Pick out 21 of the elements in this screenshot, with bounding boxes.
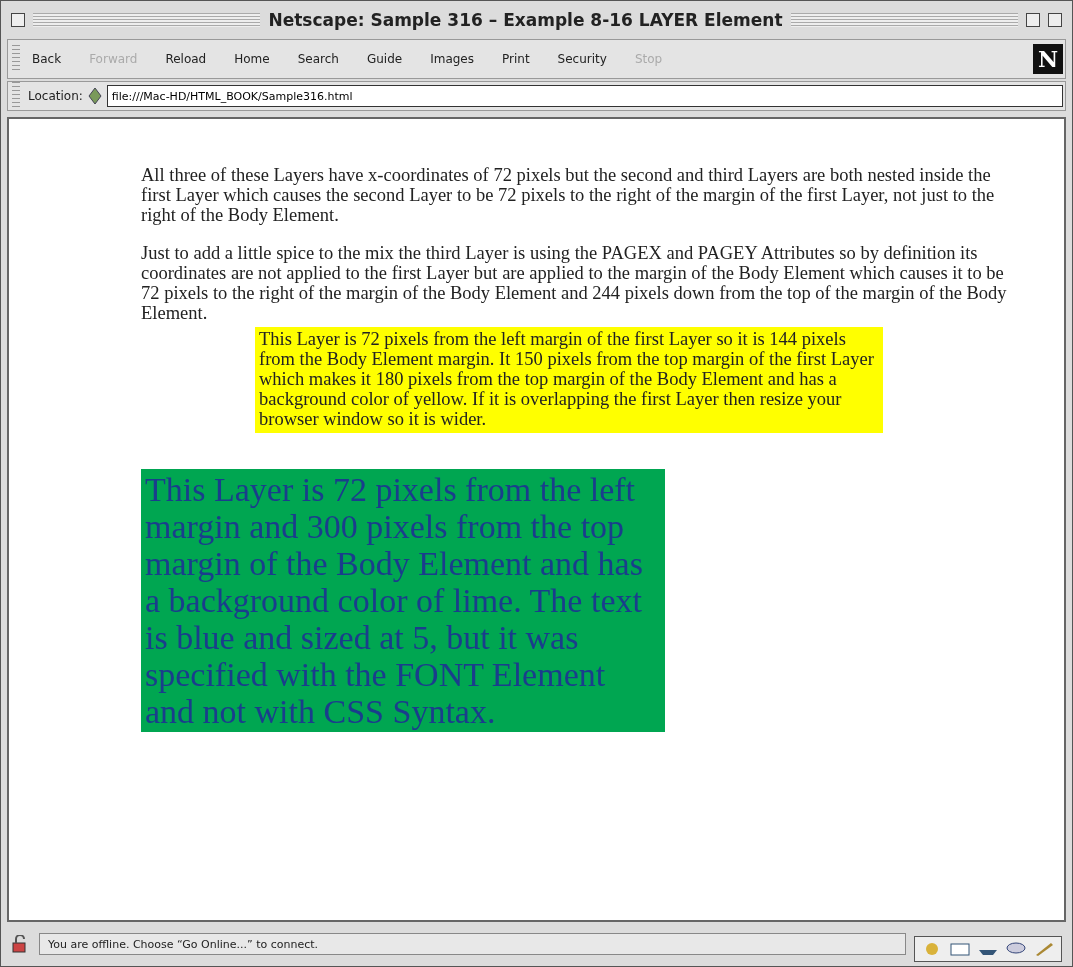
location-field[interactable]: file:///Mac-HD/HTML_BOOK/Sample316.html xyxy=(106,85,1063,107)
toolbar-button[interactable]: Home xyxy=(226,48,278,70)
toolbar-button[interactable]: Reload xyxy=(157,48,215,70)
toolbar-button[interactable]: Back xyxy=(24,48,70,70)
toolbar-button[interactable]: Guide xyxy=(358,48,411,70)
page-proxy-icon[interactable] xyxy=(86,87,103,105)
layer-text: This Layer is 72 pixels from the left margin of the first Layer so it is 144 pixels from the Body Element margin. It 150 pixels from the top margin of the first Layer which makes it 180 pixels from the top margin of the Body Element and has a background color of yellow. If it is overlapping the first Layer then resize your browser window so it is wider. xyxy=(255,327,883,433)
toolbar-button[interactable]: Search xyxy=(289,48,347,70)
zoom-box[interactable] xyxy=(1026,13,1040,27)
layer-text: This Layer is 72 pixels from the left margin and 300 pixels from the top margin of the Body Element and has a background color of lime. The text is blue and sized at 5, but it was specified with the FONT Element and not with CSS Syntax. xyxy=(141,469,665,732)
toolbar-button[interactable]: Images xyxy=(422,48,482,70)
status-text: You are offline. Choose “Go Online...” to connect. xyxy=(39,933,906,955)
close-box[interactable] xyxy=(11,13,25,27)
window-title: Netscape: Sample 316 – Example 8-16 LAYER Element xyxy=(268,10,783,30)
toolbar-button[interactable]: Security xyxy=(549,48,615,70)
collapse-box[interactable] xyxy=(1048,13,1062,27)
location-label: Location: xyxy=(28,89,83,103)
paragraph: All three of these Layers have x-coordinates of 72 pixels but the second and third Layers are both nested inside the first Layer which causes the second Layer to be 72 pixels to the right of the margin of the first Layer, not just to the right of the Body Element. xyxy=(141,165,996,225)
netscape-logo[interactable]: N xyxy=(1033,44,1063,74)
paragraph: Just to add a little spice to the mix the third Layer is using the PAGEX and PAGEY Attributes so by definition its coordinates are not applied to the first Layer but are applied to the margin of the Body Element which causes it to be 72 pixels to the right of the margin of the Body Element and 244 pixels down from the top of the margin of the Body Element. xyxy=(141,243,1008,323)
toolbar-button[interactable]: Print xyxy=(494,48,538,70)
